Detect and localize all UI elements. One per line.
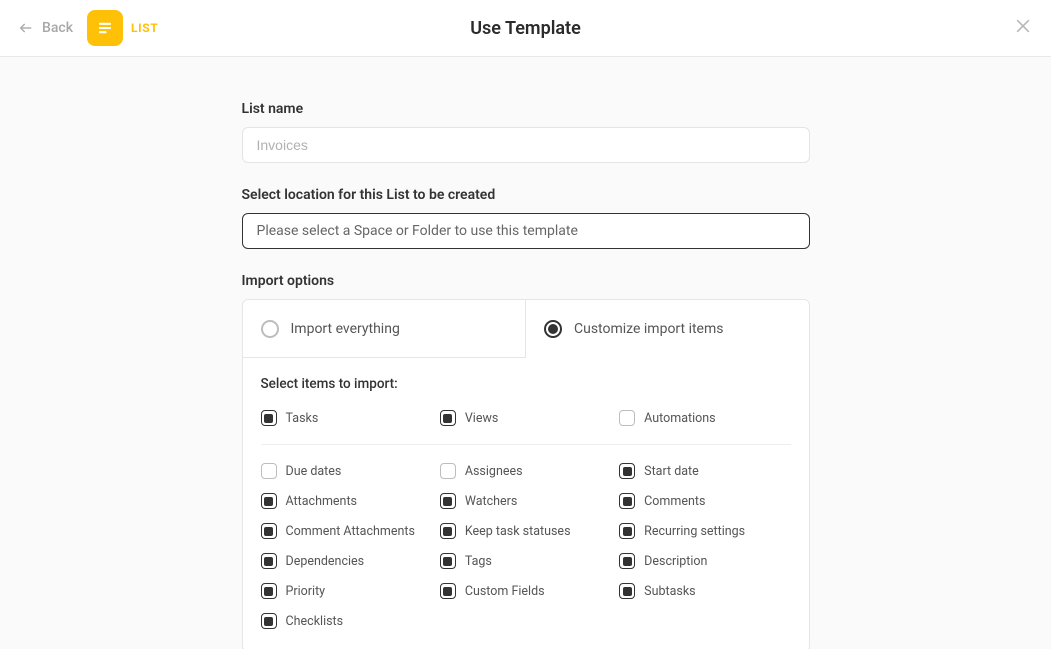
import-options-label: Import options: [242, 273, 810, 289]
items-item[interactable]: Checklists: [261, 613, 432, 629]
radio-selected-icon: [544, 320, 562, 338]
items-label: Assignees: [465, 464, 523, 479]
items-item[interactable]: Description: [619, 553, 790, 569]
location-placeholder: Please select a Space or Folder to use t…: [257, 223, 578, 239]
checkbox-icon: [261, 493, 277, 509]
checkbox-icon: [619, 523, 635, 539]
select-items-label: Select items to import:: [261, 376, 791, 392]
template-form: List name Select location for this List …: [242, 101, 810, 649]
location-select[interactable]: Please select a Space or Folder to use t…: [242, 213, 810, 249]
back-button[interactable]: Back: [18, 20, 73, 36]
items-item[interactable]: Due dates: [261, 463, 432, 479]
checkbox-icon: [440, 553, 456, 569]
back-label: Back: [42, 20, 73, 36]
items-item[interactable]: Dependencies: [261, 553, 432, 569]
items-item[interactable]: Start date: [619, 463, 790, 479]
modal-body: List name Select location for this List …: [0, 57, 1051, 649]
customize-import-tab[interactable]: Customize import items: [526, 300, 809, 358]
checkbox-icon: [261, 410, 277, 426]
list-name-label: List name: [242, 101, 810, 117]
items-item[interactable]: Comment Attachments: [261, 523, 432, 539]
arrow-left-icon: [18, 20, 34, 36]
import-tabs: Import everything Customize import items: [243, 300, 809, 358]
checkbox-icon: [619, 493, 635, 509]
checkbox-icon: [440, 410, 456, 426]
checkbox-icon: [619, 583, 635, 599]
items-label: Comments: [644, 494, 705, 509]
import-everything-label: Import everything: [291, 321, 400, 337]
items-label: Dependencies: [286, 554, 365, 569]
checkbox-icon: [261, 553, 277, 569]
checkbox-icon: [261, 463, 277, 479]
items-item[interactable]: Comments: [619, 493, 790, 509]
modal-header: Back LIST Use Template: [0, 0, 1051, 57]
checkbox-icon: [619, 463, 635, 479]
close-button[interactable]: [1013, 16, 1033, 40]
items-label: Attachments: [286, 494, 358, 509]
top-items-grid: Tasks Views Automations: [261, 410, 791, 445]
checkbox-icon: [440, 493, 456, 509]
top_items-item[interactable]: Views: [440, 410, 611, 426]
items-item[interactable]: Subtasks: [619, 583, 790, 599]
list-name-input[interactable]: [242, 127, 810, 163]
items-label: Tags: [465, 554, 492, 569]
items-item[interactable]: Custom Fields: [440, 583, 611, 599]
items-label: Custom Fields: [465, 584, 545, 599]
items-grid: Due dates Assignees Start date Attachments W…: [261, 463, 791, 629]
items-label: Checklists: [286, 614, 344, 629]
top_items-label: Tasks: [286, 411, 319, 426]
items-item[interactable]: Recurring settings: [619, 523, 790, 539]
checkbox-icon: [619, 410, 635, 426]
checkbox-icon: [261, 583, 277, 599]
list-icon: [87, 10, 123, 46]
checkbox-icon: [440, 463, 456, 479]
checkbox-icon: [440, 523, 456, 539]
location-label: Select location for this List to be crea…: [242, 187, 810, 203]
checkbox-icon: [619, 553, 635, 569]
radio-unselected-icon: [261, 320, 279, 338]
customize-import-label: Customize import items: [574, 321, 723, 337]
close-icon: [1013, 16, 1033, 36]
import-options-panel: Import everything Customize import items…: [242, 299, 810, 649]
items-label: Watchers: [465, 494, 518, 509]
items-item[interactable]: Attachments: [261, 493, 432, 509]
checkbox-icon: [440, 583, 456, 599]
top_items-item[interactable]: Tasks: [261, 410, 432, 426]
top_items-label: Views: [465, 411, 498, 426]
items-item[interactable]: Watchers: [440, 493, 611, 509]
import-everything-tab[interactable]: Import everything: [243, 300, 527, 358]
items-label: Subtasks: [644, 584, 695, 599]
items-label: Keep task statuses: [465, 524, 571, 539]
items-label: Start date: [644, 464, 699, 479]
items-item[interactable]: Assignees: [440, 463, 611, 479]
checkbox-icon: [261, 523, 277, 539]
items-label: Priority: [286, 584, 326, 599]
items-item[interactable]: Tags: [440, 553, 611, 569]
template-type-chip: LIST: [87, 10, 158, 46]
items-label: Comment Attachments: [286, 524, 415, 539]
checkbox-icon: [261, 613, 277, 629]
items-label: Description: [644, 554, 707, 569]
items-label: Recurring settings: [644, 524, 745, 539]
top_items-label: Automations: [644, 411, 715, 426]
chip-label: LIST: [131, 21, 158, 35]
items-item[interactable]: Priority: [261, 583, 432, 599]
items-item[interactable]: Keep task statuses: [440, 523, 611, 539]
items-label: Due dates: [286, 464, 342, 479]
top_items-item[interactable]: Automations: [619, 410, 790, 426]
import-body: Select items to import: Tasks Views Automa…: [243, 358, 809, 649]
